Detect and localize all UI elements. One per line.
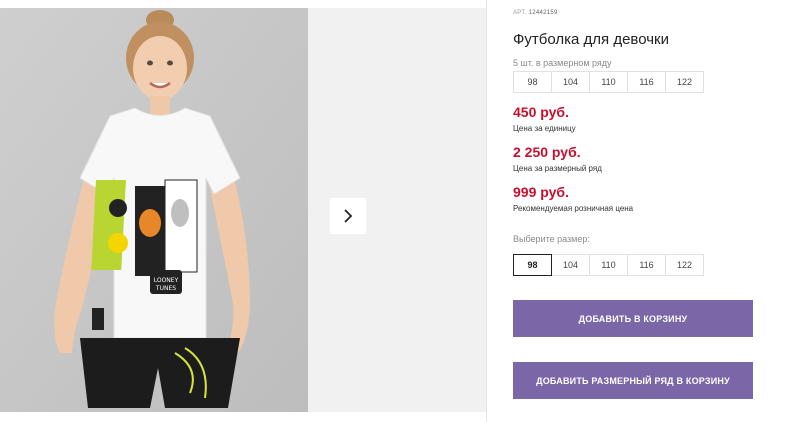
add-to-cart-button[interactable]: ДОБАВИТЬ В КОРЗИНУ (513, 300, 753, 337)
size-range-item: 104 (551, 71, 590, 93)
product-gallery: LOONEY TUNES (0, 8, 486, 412)
size-option-116[interactable]: 116 (627, 254, 666, 276)
range-price: 2 250 руб. (513, 144, 581, 160)
svg-text:TUNES: TUNES (155, 285, 176, 292)
product-title: Футболка для девочки (513, 31, 669, 48)
size-range-caption: 5 шт. в размерном ряду (513, 58, 612, 68)
size-range-item: 110 (589, 71, 628, 93)
svg-text:LOONEY: LOONEY (154, 277, 179, 284)
size-range-item: 122 (665, 71, 704, 93)
select-size-caption: Выберите размер: (513, 234, 590, 244)
column-divider (486, 0, 487, 422)
size-option-98[interactable]: 98 (513, 254, 552, 276)
add-range-to-cart-button[interactable]: ДОБАВИТЬ РАЗМЕРНЫЙ РЯД В КОРЗИНУ (513, 362, 753, 399)
girl-in-tshirt-image: LOONEY TUNES (0, 8, 308, 412)
unit-price: 450 руб. (513, 104, 569, 120)
article-value: 12442159 (528, 10, 558, 16)
size-option-104[interactable]: 104 (551, 254, 590, 276)
chevron-right-icon (344, 209, 353, 223)
unit-price-label: Цена за единицу (513, 124, 576, 133)
size-option-122[interactable]: 122 (665, 254, 704, 276)
retail-price-label: Рекомендуемая розничная цена (513, 204, 634, 213)
article-prefix: АРТ. (513, 10, 527, 16)
range-price-label: Цена за размерный ряд (513, 164, 602, 173)
next-image-button[interactable] (330, 198, 366, 234)
retail-price: 999 руб. (513, 184, 569, 200)
size-selector: 98 104 110 116 122 (513, 254, 704, 276)
size-range-item: 98 (513, 71, 552, 93)
size-range-item: 116 (627, 71, 666, 93)
article-number: АРТ. 12442159 (513, 10, 558, 16)
size-range-list: 98 104 110 116 122 (513, 71, 704, 93)
product-photo: LOONEY TUNES (0, 8, 308, 412)
size-option-110[interactable]: 110 (589, 254, 628, 276)
